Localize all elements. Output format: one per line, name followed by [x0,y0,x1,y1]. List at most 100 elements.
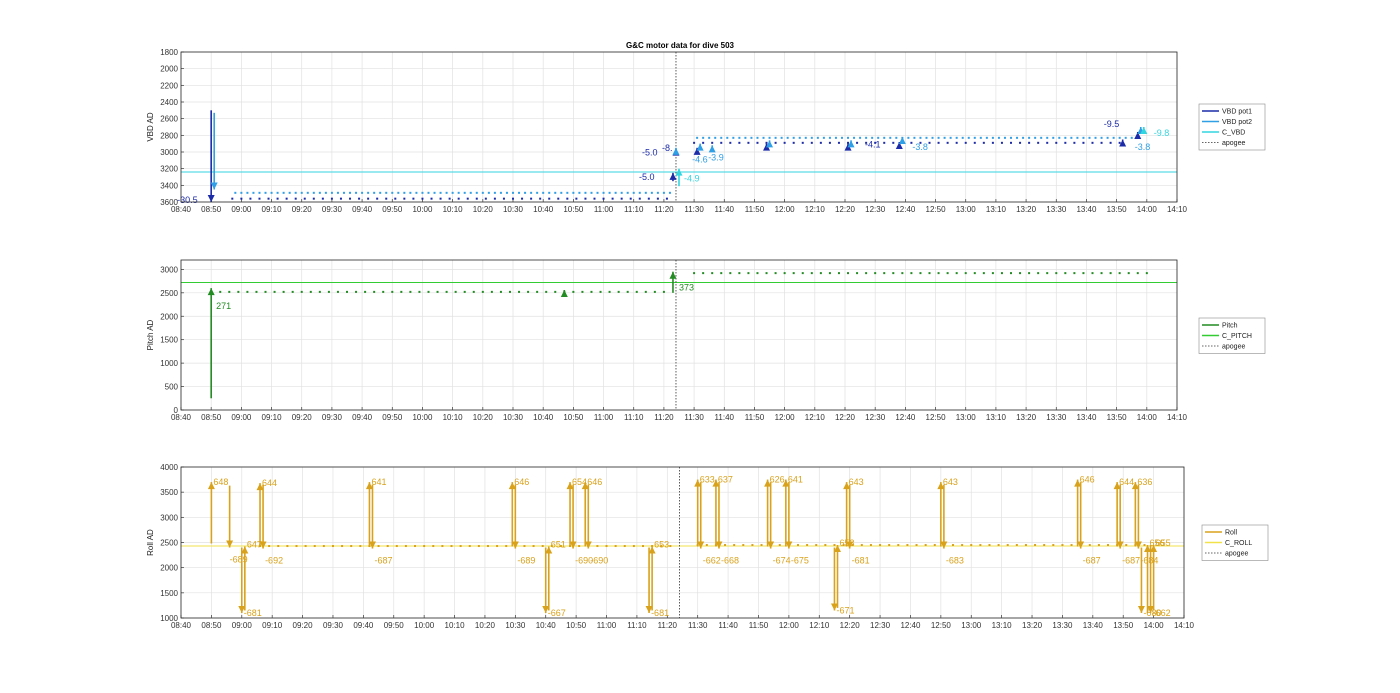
vbd-data-point [859,136,862,139]
pitch-data-point [436,290,439,293]
roll-legend-label: C_ROLL [1225,540,1252,547]
pitch-data-point [837,272,840,275]
pitch-data-point [418,290,421,293]
vbd-x-tick-label: 12:50 [926,205,947,214]
vbd-data-point [469,191,472,194]
vbd-data-point [608,191,611,194]
roll-x-tick-label: 14:00 [1144,621,1165,630]
vbd-data-point [1076,136,1079,139]
roll-data-point [815,544,818,547]
pitch-y-tick-label: 2000 [160,312,178,321]
vbd-data-point [1046,141,1049,144]
vbd-arrow-label: -4.9 [684,174,700,184]
pitch-x-tick-label: 13:00 [956,413,977,422]
pitch-data-point [792,272,795,275]
roll-data-point [341,545,344,548]
vbd-data-point [1003,136,1006,139]
pitch-data-point [1109,272,1112,275]
pitch-x-tick-label: 11:40 [715,413,735,422]
vbd-data-point [1112,136,1115,139]
vbd-data-point [1058,136,1061,139]
vbd-data-point [738,136,741,139]
roll-arrow-label: -675 [791,556,809,566]
roll-data-point [1125,544,1128,547]
vbd-data-point [702,141,705,144]
vbd-x-tick-label: 10:10 [443,205,464,214]
pitch-data-point [765,272,768,275]
roll-data-point [623,545,626,548]
vbd-data-point [312,191,315,194]
vbd-data-point [780,136,783,139]
roll-y-tick-label: 2500 [160,539,178,548]
vbd-legend-label: C_VBD [1222,130,1245,137]
vbd-data-point [1064,141,1067,144]
roll-arrow-label: -687 [1083,556,1101,566]
roll-arrow-label: 643 [849,477,864,487]
vbd-data-point [1118,141,1121,144]
vbd-data-point [560,191,563,194]
pitch-data-point [300,290,303,293]
vbd-data-point [955,136,958,139]
roll-data-point [441,545,444,548]
vbd-data-point [336,191,339,194]
vbd-data-point [973,141,976,144]
vbd-data-point [991,141,994,144]
pitch-x-tick-label: 11:50 [745,413,765,422]
vbd-data-point [620,191,623,194]
vbd-data-point [524,191,527,194]
vbd-data-point [433,191,436,194]
pitch-data-point [635,290,638,293]
pitch-data-point [774,272,777,275]
roll-x-tick-label: 14:10 [1174,621,1195,630]
vbd-data-point [747,141,750,144]
pitch-data-point [1091,272,1094,275]
pitch-data-point [228,290,231,293]
vbd-data-point [554,191,557,194]
vbd-x-tick-label: 09:20 [292,205,313,214]
pitch-legend-label: Pitch [1222,323,1238,330]
vbd-data-point [439,197,442,200]
vbd-data-point [783,141,786,144]
roll-y-tick-label: 3500 [160,488,178,497]
vbd-y-tick-label: 3600 [160,198,178,207]
vbd-legend-label: VBD pot2 [1222,119,1252,126]
vbd-data-point [276,197,279,200]
vbd-data-point [306,191,309,194]
pitch-data-point [662,290,665,293]
pitch-x-tick-label: 10:50 [563,413,584,422]
vbd-data-point [548,191,551,194]
roll-x-tick-label: 10:30 [505,621,526,630]
vbd-data-point [1022,136,1025,139]
vbd-data-point [536,191,539,194]
pitch-data-point [518,290,521,293]
vbd-data-point [937,136,940,139]
vbd-arrow-label: -3.9 [708,152,724,162]
roll-data-point [1097,544,1100,547]
roll-data-point [404,545,407,548]
vbd-data-point [412,197,415,200]
vbd-data-point [355,191,358,194]
vbd-x-tick-label: 10:00 [412,205,433,214]
pitch-data-point [783,272,786,275]
vbd-data-point [481,191,484,194]
vbd-data-point [457,191,460,194]
vbd-x-tick-label: 12:30 [865,205,886,214]
vbd-data-point [985,136,988,139]
pitch-data-point [1028,272,1031,275]
vbd-data-point [768,136,771,139]
vbd-data-point [816,136,819,139]
roll-arrow-label: 643 [943,477,958,487]
vbd-data-point [1010,136,1012,139]
pitch-data-point [309,290,312,293]
vbd-arrow-label: -3.8 [912,142,928,152]
pitch-data-point [472,290,475,293]
roll-arrow-label: 644 [1119,477,1134,487]
roll-x-tick-label: 09:10 [262,621,283,630]
vbd-y-tick-label: 2800 [160,131,178,140]
vbd-data-point [324,191,327,194]
roll-data-point [505,545,508,548]
pitch-x-tick-label: 13:20 [1016,413,1037,422]
vbd-arrow-label: -9.5 [1104,119,1120,129]
vbd-data-point [834,136,837,139]
vbd-data-point [457,197,460,200]
